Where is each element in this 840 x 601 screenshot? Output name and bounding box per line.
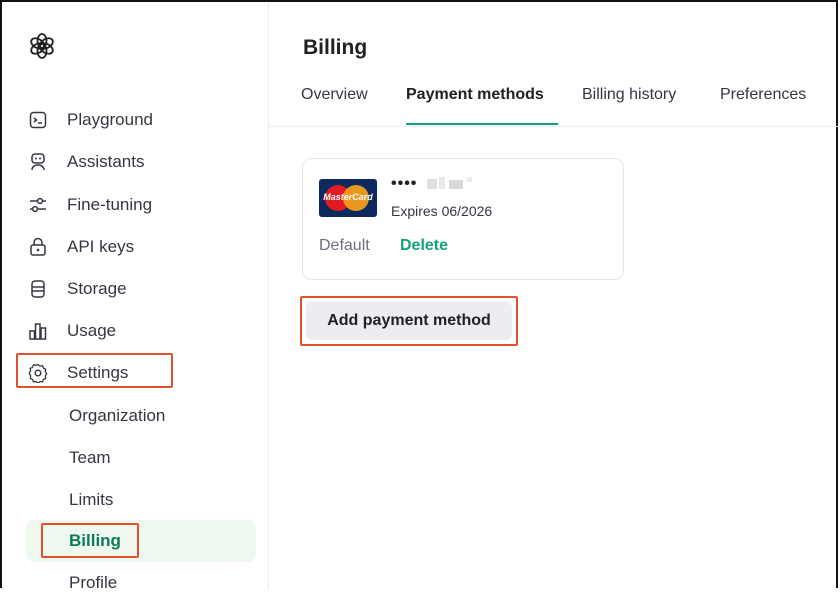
delete-card-link[interactable]: Delete xyxy=(400,237,448,255)
card-brand-text: MasterCard xyxy=(323,192,373,202)
sidebar-subitem-label: Limits xyxy=(69,490,114,509)
sidebar-item-settings[interactable]: Settings xyxy=(2,355,262,391)
tab-bar: Overview Payment methods Billing history… xyxy=(269,80,840,127)
payment-method-card: MasterCard •••• Expires 06/2026 Default … xyxy=(302,158,624,280)
tab-overview[interactable]: Overview xyxy=(301,86,368,104)
sidebar-subitem-profile[interactable]: Profile xyxy=(2,565,262,601)
sidebar-item-playground[interactable]: Playground xyxy=(2,102,262,138)
page-title: Billing xyxy=(303,36,368,59)
sidebar: Playground Assistants Fine-tuning API ke… xyxy=(2,2,269,592)
sidebar-item-label: Assistants xyxy=(67,152,145,171)
sidebar-item-api-keys[interactable]: API keys xyxy=(2,229,262,265)
sidebar-item-label: Settings xyxy=(67,363,129,382)
sidebar-item-label: API keys xyxy=(67,237,135,256)
sidebar-item-label: Storage xyxy=(67,279,127,298)
sidebar-subitem-limits[interactable]: Limits xyxy=(2,482,262,518)
gear-icon xyxy=(28,363,48,383)
sidebar-item-label: Usage xyxy=(67,321,117,340)
sidebar-subitem-label: Team xyxy=(69,448,111,467)
tab-billing-history[interactable]: Billing history xyxy=(582,86,676,104)
default-badge: Default xyxy=(319,237,370,254)
sidebar-subitem-label: Billing xyxy=(69,531,121,550)
sidebar-subitem-organization[interactable]: Organization xyxy=(2,398,262,434)
card-number-masked: •••• xyxy=(391,175,418,192)
sidebar-subitem-billing[interactable]: Billing xyxy=(2,523,262,559)
sidebar-item-fine-tuning[interactable]: Fine-tuning xyxy=(2,187,262,223)
sliders-icon xyxy=(28,195,48,215)
mastercard-logo-icon: MasterCard xyxy=(319,179,377,217)
sidebar-item-storage[interactable]: Storage xyxy=(2,271,262,307)
robot-icon xyxy=(28,152,48,172)
active-tab-indicator xyxy=(406,123,558,125)
sidebar-item-label: Playground xyxy=(67,110,154,129)
openai-logo-icon[interactable] xyxy=(28,32,56,60)
sidebar-item-assistants[interactable]: Assistants xyxy=(2,144,262,180)
sidebar-subitem-label: Profile xyxy=(69,573,118,592)
sidebar-item-label: Fine-tuning xyxy=(67,195,153,214)
sidebar-subitem-team[interactable]: Team xyxy=(2,440,262,476)
sidebar-subitem-label: Organization xyxy=(69,406,166,425)
tab-payment-methods[interactable]: Payment methods xyxy=(406,86,544,104)
add-payment-method-button[interactable]: Add payment method xyxy=(306,302,512,340)
sidebar-item-usage[interactable]: Usage xyxy=(2,313,262,349)
redacted-card-digits xyxy=(427,177,487,191)
terminal-icon xyxy=(28,110,48,130)
lock-icon xyxy=(28,237,48,257)
bar-chart-icon xyxy=(28,321,48,341)
card-expiry: Expires 06/2026 xyxy=(391,203,493,219)
tab-preferences[interactable]: Preferences xyxy=(720,86,806,104)
database-icon xyxy=(28,279,48,299)
